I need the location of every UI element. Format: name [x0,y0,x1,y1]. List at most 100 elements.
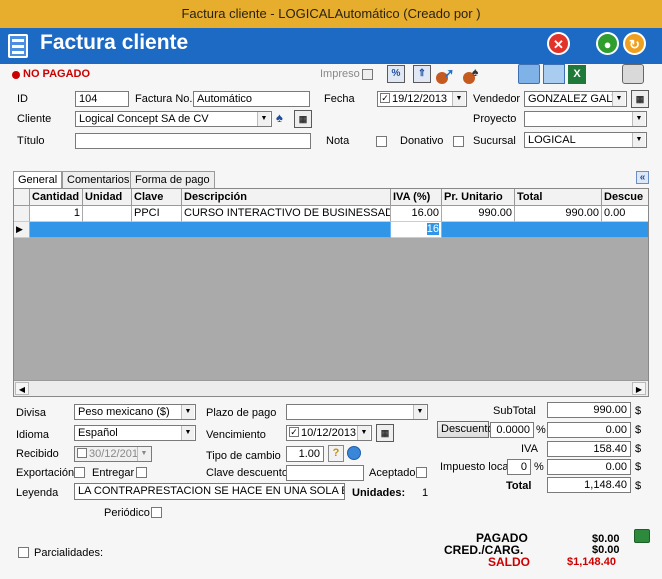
table-cell[interactable]: 1 [30,206,83,222]
vendedor-value: GONZALEZ GALVI [528,93,622,105]
clave-descuento-field[interactable] [286,465,364,481]
percent-icon[interactable]: % [387,65,405,83]
sucursal-select[interactable]: LOGICAL ▼ [524,132,647,148]
binoculars-icon[interactable]: ♠ [276,110,292,127]
table-cell[interactable]: 990.00 [442,206,515,222]
send-icon[interactable]: ➚ [436,66,456,84]
vencimiento-field[interactable]: ✓ 10/12/2013 ▼ [286,425,372,441]
table-cell[interactable]: 16.00 [391,206,442,222]
descuento-button[interactable]: Descuento [437,421,494,438]
chevron-down-icon[interactable]: ▼ [181,426,194,440]
iva-edit-cell[interactable]: 16 [391,222,442,238]
status-badge: NO PAGADO [23,68,91,80]
recibido-checkbox[interactable] [77,448,87,458]
chevron-down-icon[interactable]: ▼ [413,405,426,419]
parcialidades-label: Parcialidades: [34,547,104,559]
table-cell[interactable]: 990.00 [515,206,602,222]
iva-label: IVA [521,443,538,455]
close-icon[interactable]: ✕ [547,32,570,55]
column-header[interactable]: Cantidad [30,189,83,206]
tab-general[interactable]: General [13,171,63,188]
impuesto-pct-field[interactable]: 0 [507,459,531,475]
id-field[interactable]: 104 [75,91,129,107]
entregar-checkbox[interactable] [136,467,147,478]
new-row-rest[interactable] [442,222,648,238]
table-cell[interactable]: PPCI [132,206,182,222]
chevron-down-icon[interactable]: ▼ [612,92,625,106]
recibido-label: Recibido [16,448,59,460]
card-icon[interactable]: ▦ [294,110,312,128]
chevron-down-icon[interactable]: ▼ [357,426,370,440]
cliente-select[interactable]: Logical Concept SA de CV ▼ [75,111,272,127]
subtotal-value: 990.00 [547,402,631,418]
recibido-value: 30/12/2013 [89,448,145,460]
chevron-down-icon[interactable]: ▼ [452,92,465,106]
row-header[interactable] [14,206,30,222]
plazo-label: Plazo de pago [206,407,277,419]
column-header[interactable]: Descripción [182,189,391,206]
chevron-down-icon[interactable]: ▼ [632,133,645,147]
titulo-label: Título [17,135,45,147]
exportacion-checkbox[interactable] [74,467,85,478]
tab-forma-de-pago[interactable]: Forma de pago [130,171,215,188]
calendar-icon[interactable]: ▦ [631,90,649,108]
calendar-icon[interactable]: ▦ [376,424,394,442]
chevron-down-icon[interactable]: ▼ [257,112,270,126]
ok-icon[interactable]: ● [596,32,619,55]
nota-checkbox[interactable] [376,136,387,147]
table-cell[interactable] [83,206,132,222]
plazo-select[interactable]: ▼ [286,404,428,420]
search-send-icon[interactable]: ♠ [463,65,483,84]
globe-icon[interactable] [347,446,361,460]
column-header[interactable]: Unidad [83,189,132,206]
parcialidades-checkbox[interactable] [18,547,29,558]
vendedor-select[interactable]: GONZALEZ GALVI ▼ [524,91,627,107]
nota-label: Nota [326,135,350,147]
scroll-right-icon[interactable]: ▶ [632,382,646,395]
current-row-pointer-icon[interactable]: ▶ [14,222,30,238]
proyecto-select[interactable]: ▼ [524,111,647,127]
money-icon[interactable] [634,529,650,543]
column-header[interactable]: Descue [602,189,648,206]
horizontal-scrollbar[interactable]: ◀ ▶ [14,380,648,396]
vencimiento-checkbox[interactable]: ✓ [289,427,299,437]
percent-sign: % [536,424,546,436]
periodico-checkbox[interactable] [151,507,162,518]
collapse-icon[interactable]: « [636,171,649,184]
idioma-select[interactable]: Español ▼ [74,425,196,441]
fecha-field[interactable]: ✓ 19/12/2013 ▼ [377,91,467,107]
window-titlebar: Factura cliente - LOGICALAutomático (Cre… [0,0,662,28]
tipo-cambio-field[interactable]: 1.00 [286,446,324,462]
column-header[interactable]: Pr. Unitario [442,189,515,206]
copy-icon[interactable] [543,64,565,84]
up-arrow-icon[interactable]: ⇑ [413,65,431,83]
subtotal-label: SubTotal [493,405,536,417]
column-header[interactable]: Clave [132,189,182,206]
fecha-checkbox[interactable]: ✓ [380,93,390,103]
chevron-down-icon[interactable]: ▼ [181,405,194,419]
leyenda-field[interactable]: LA CONTRAPRESTACION SE HACE EN UNA SOLA … [74,483,345,500]
donativo-checkbox[interactable] [453,136,464,147]
aceptado-checkbox[interactable] [416,467,427,478]
factura-no-field[interactable]: Automático [193,91,310,107]
scroll-left-icon[interactable]: ◀ [15,382,29,395]
column-header[interactable]: Total [515,189,602,206]
descuento-pct-field[interactable]: 0.0000 [490,422,534,438]
row-header-corner [14,189,30,206]
chevron-down-icon[interactable]: ▼ [632,112,645,126]
saldo-value: $1,148.40 [567,556,616,568]
help-icon[interactable]: ? [328,445,344,462]
table-cell[interactable]: 0.00 [602,206,648,222]
folder-arrow-icon[interactable] [518,64,540,84]
table-cell[interactable]: CURSO INTERACTIVO DE BUSINESSADMIN [182,206,391,222]
column-header[interactable]: IVA (%) [391,189,442,206]
excel-icon[interactable]: X [568,65,586,84]
divisa-select[interactable]: Peso mexicano ($) ▼ [74,404,196,420]
tab-comentarios[interactable]: Comentarios [62,171,135,188]
new-row[interactable] [30,222,391,238]
divisa-label: Divisa [16,407,46,419]
invoice-doc-icon [8,34,28,58]
titulo-field[interactable] [75,133,311,149]
printer-icon[interactable] [622,64,644,84]
refresh-icon[interactable]: ↻ [623,32,646,55]
